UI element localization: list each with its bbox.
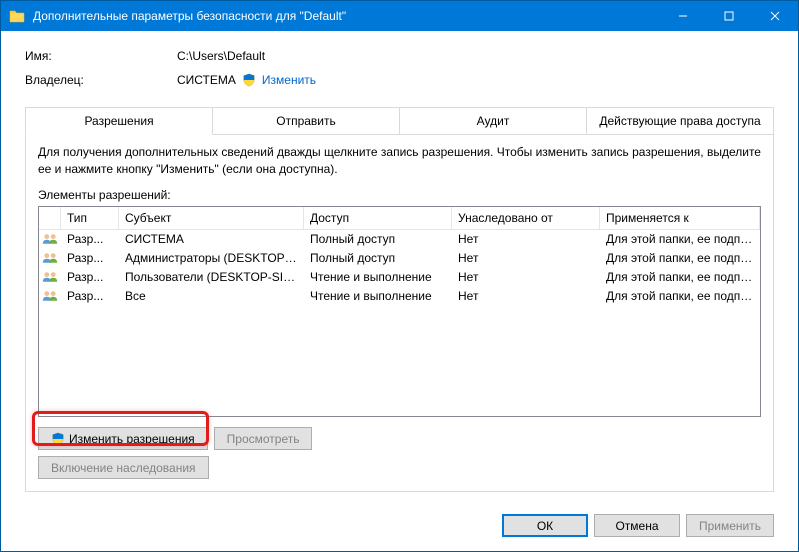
tab-audit[interactable]: Аудит [400,107,587,135]
window: Дополнительные параметры безопасности дл… [0,0,799,552]
shield-icon [51,432,65,446]
owner-value: СИСТЕМА [177,73,236,87]
minimize-button[interactable] [660,1,706,31]
window-title: Дополнительные параметры безопасности дл… [33,9,660,23]
enable-inheritance-button: Включение наследования [38,456,209,479]
name-value: C:\Users\Default [177,49,265,63]
people-icon [42,251,58,265]
close-button[interactable] [752,1,798,31]
dialog-buttons: ОК Отмена Применить [1,504,798,551]
list-label: Элементы разрешений: [38,188,761,202]
col-access[interactable]: Доступ [304,207,452,229]
col-type[interactable]: Тип [61,207,119,229]
table-row[interactable]: Разр...ВсеЧтение и выполнениеНетДля этой… [39,287,760,306]
cancel-button[interactable]: Отмена [594,514,680,537]
people-icon [42,270,58,284]
col-subject[interactable]: Субъект [119,207,304,229]
table-row[interactable]: Разр...Пользователи (DESKTOP-SI4...Чтени… [39,268,760,287]
tabs: Разрешения Отправить Аудит Действующие п… [25,107,774,135]
shield-icon [242,73,256,87]
people-icon [42,289,58,303]
col-inherited[interactable]: Унаследовано от [452,207,600,229]
help-text: Для получения дополнительных сведений дв… [38,144,761,178]
table-header: Тип Субъект Доступ Унаследовано от Приме… [39,207,760,230]
change-permissions-button[interactable]: Изменить разрешения [38,427,208,450]
people-icon [42,232,58,246]
folder-icon [9,8,25,24]
owner-label: Владелец: [25,73,177,87]
apply-button: Применить [686,514,774,537]
table-row[interactable]: Разр...Администраторы (DESKTOP-...Полный… [39,249,760,268]
name-label: Имя: [25,49,177,63]
titlebar: Дополнительные параметры безопасности дл… [1,1,798,31]
table-row[interactable]: Разр...СИСТЕМАПолный доступНетДля этой п… [39,230,760,249]
content-area: Имя: C:\Users\Default Владелец: СИСТЕМА … [1,31,798,504]
maximize-button[interactable] [706,1,752,31]
permissions-table[interactable]: Тип Субъект Доступ Унаследовано от Приме… [38,206,761,417]
tab-content: Для получения дополнительных сведений дв… [25,134,774,492]
tab-share[interactable]: Отправить [213,107,400,135]
tab-effective[interactable]: Действующие права доступа [587,107,774,135]
col-applies[interactable]: Применяется к [600,207,760,229]
change-owner-link[interactable]: Изменить [262,73,316,87]
ok-button[interactable]: ОК [502,514,588,537]
tab-permissions[interactable]: Разрешения [25,107,213,135]
view-button: Просмотреть [214,427,313,450]
